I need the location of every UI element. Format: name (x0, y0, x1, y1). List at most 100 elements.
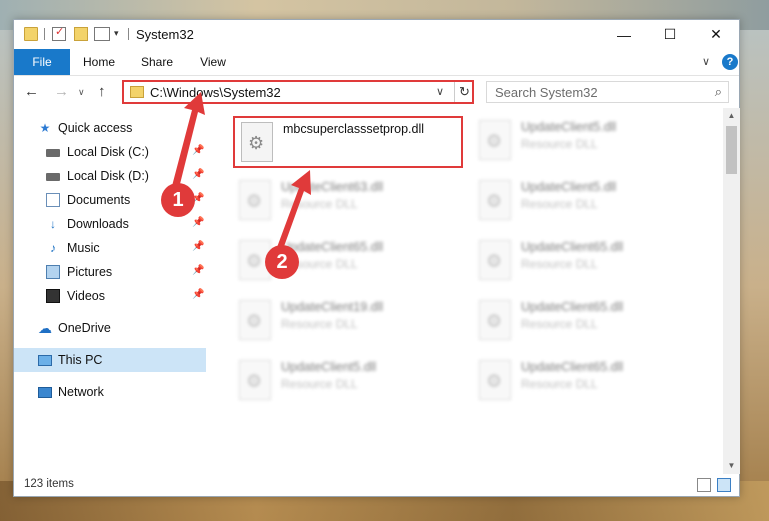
sidebar-item-pictures[interactable]: Pictures 📌 (14, 260, 206, 284)
explorer-window: ▾ System32 — ☐ ✕ File Home Share View ∨ … (13, 19, 740, 497)
recent-locations-chevron-icon[interactable]: ∨ (78, 87, 85, 98)
documents-icon (46, 193, 60, 207)
address-bar[interactable]: C:\Windows\System32 ∨ ↻ (122, 80, 474, 104)
window-title: System32 (136, 27, 194, 42)
file-item[interactable]: UpdateClient63.dll Resource DLL (233, 176, 463, 228)
dll-file-icon (479, 120, 511, 160)
file-item[interactable]: UpdateClient65.dll Resource DLL (473, 296, 703, 348)
videos-icon (46, 289, 60, 303)
sidebar-item-label: Quick access (58, 121, 133, 135)
file-type: Resource DLL (281, 197, 358, 211)
sidebar-item-label: Pictures (67, 265, 113, 279)
step-marker-1: 1 (161, 183, 195, 217)
sidebar-item-videos[interactable]: Videos 📌 (14, 284, 206, 308)
tab-share[interactable]: Share (136, 49, 178, 75)
dll-file-icon (241, 122, 273, 162)
file-name: UpdateClient5.dll (281, 360, 377, 374)
pin-icon[interactable]: 📌 (192, 289, 204, 300)
view-layout-icon[interactable] (94, 27, 110, 41)
sidebar-item-label: Downloads (67, 217, 129, 231)
dll-file-icon (239, 300, 271, 340)
status-bar: 123 items (14, 474, 739, 496)
file-item[interactable]: UpdateClient5.dll Resource DLL (233, 356, 463, 408)
sidebar-item-label: OneDrive (58, 321, 111, 335)
file-name: UpdateClient65.dll (521, 300, 624, 314)
toolbar-divider (128, 28, 129, 40)
music-icon: ♪ (50, 241, 56, 255)
sidebar-item-label: Documents (67, 193, 131, 207)
file-item[interactable]: UpdateClient65.dll Resource DLL (473, 356, 703, 408)
folder-icon (24, 27, 38, 41)
help-icon[interactable]: ? (722, 54, 738, 70)
sidebar-item-label: Music (67, 241, 100, 255)
dll-file-icon (239, 180, 271, 220)
sidebar-item-music[interactable]: ♪ Music 📌 (14, 236, 206, 260)
dll-file-icon (479, 180, 511, 220)
pictures-icon (46, 265, 60, 279)
scroll-up-arrow-icon[interactable]: ▲ (723, 108, 740, 124)
refresh-button[interactable]: ↻ (454, 82, 474, 102)
file-item[interactable]: UpdateClient5.dll Resource DLL (473, 176, 703, 228)
file-item[interactable]: UpdateClient19.dll Resource DLL (233, 296, 463, 348)
computer-icon (38, 355, 52, 366)
toolbar-divider (44, 28, 45, 40)
pin-icon[interactable]: 📌 (192, 217, 204, 228)
sidebar-item-this-pc[interactable]: This PC (14, 348, 206, 372)
pin-icon[interactable]: 📌 (192, 241, 204, 252)
file-name: UpdateClient63.dll (281, 180, 384, 194)
file-type: Resource DLL (281, 317, 358, 331)
sidebar-item-network[interactable]: Network (14, 380, 206, 404)
sidebar-item-onedrive[interactable]: ☁ OneDrive (14, 316, 206, 340)
customize-toolbar-chevron-icon[interactable]: ▾ (114, 28, 119, 39)
step-marker-2: 2 (265, 245, 299, 279)
expand-ribbon-chevron-icon[interactable]: ∨ (702, 55, 710, 68)
file-type: Resource DLL (281, 377, 358, 391)
tab-file[interactable]: File (14, 49, 70, 75)
address-path[interactable]: C:\Windows\System32 (150, 85, 281, 100)
sidebar-item-label: Local Disk (C:) (67, 145, 149, 159)
dll-file-icon (479, 240, 511, 280)
file-item[interactable]: UpdateClient65.dll Resource DLL (473, 236, 703, 288)
address-history-chevron-icon[interactable]: ∨ (436, 85, 444, 98)
search-input[interactable]: Search System32 ⌕ (486, 81, 729, 103)
properties-icon[interactable] (52, 25, 66, 41)
forward-button[interactable]: → (54, 83, 69, 100)
tab-view[interactable]: View (192, 49, 234, 75)
ribbon-tabs: File Home Share View ∨ ? (14, 49, 739, 76)
file-item[interactable]: UpdateClient5.dll Resource DLL (473, 116, 703, 168)
close-button[interactable]: ✕ (693, 20, 739, 49)
new-folder-icon[interactable] (74, 27, 88, 41)
dll-file-icon (239, 360, 271, 400)
file-name: UpdateClient5.dll (521, 120, 617, 134)
sidebar-item-label: Videos (67, 289, 105, 303)
pin-icon[interactable]: 📌 (192, 265, 204, 276)
file-list: mbcsuperclasssetprop.dll UpdateClient5.d… (209, 108, 723, 474)
search-placeholder: Search System32 (495, 85, 598, 100)
pin-icon[interactable]: 📌 (192, 169, 204, 180)
minimize-button[interactable]: — (601, 20, 647, 49)
back-button[interactable]: ← (24, 83, 39, 100)
file-type: Resource DLL (521, 317, 598, 331)
file-type: Resource DLL (521, 257, 598, 271)
scroll-down-arrow-icon[interactable]: ▼ (723, 458, 740, 474)
file-name: UpdateClient19.dll (281, 300, 384, 314)
sidebar-item-local-disk-c[interactable]: Local Disk (C:) 📌 (14, 140, 206, 164)
search-icon[interactable]: ⌕ (715, 84, 722, 100)
pin-icon[interactable]: 📌 (192, 145, 204, 156)
up-button[interactable]: ↑ (98, 83, 106, 100)
sidebar-item-label: Network (58, 385, 104, 399)
maximize-button[interactable]: ☐ (647, 20, 693, 49)
dll-file-icon (479, 360, 511, 400)
title-bar: ▾ System32 — ☐ ✕ (14, 20, 739, 49)
dll-file-icon (479, 300, 511, 340)
scroll-thumb[interactable] (726, 126, 737, 174)
file-type: Resource DLL (521, 377, 598, 391)
large-icons-view-icon[interactable] (717, 478, 731, 492)
drive-icon (46, 173, 60, 181)
details-view-icon[interactable] (697, 478, 711, 492)
tab-home[interactable]: Home (78, 49, 120, 75)
vertical-scrollbar[interactable]: ▲ ▼ (723, 108, 740, 474)
file-item-highlighted[interactable]: mbcsuperclasssetprop.dll (233, 116, 463, 168)
navigation-bar: ← → ∨ ↑ C:\Windows\System32 ∨ ↻ Search S… (14, 76, 739, 108)
sidebar-item-quick-access[interactable]: ★ Quick access (14, 116, 206, 140)
